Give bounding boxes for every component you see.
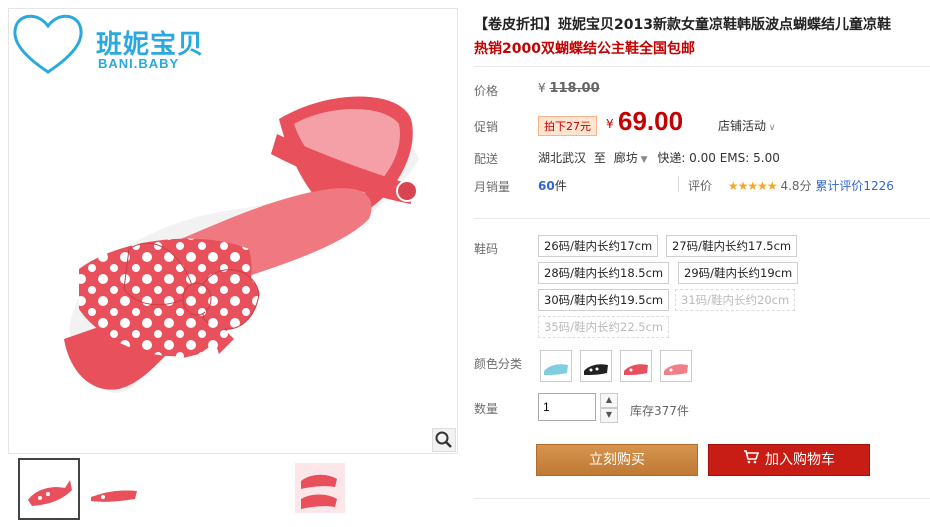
divider (474, 66, 930, 67)
thumbnail-strip (8, 458, 456, 527)
add-to-cart-label: 加入购物车 (765, 452, 835, 468)
heart-logo-icon (13, 14, 83, 74)
discount-badge: 拍下27元 (538, 116, 597, 136)
size-label: 鞋码 (474, 242, 499, 256)
divider (474, 218, 930, 219)
rating-stars-icon: ★★★★★ (727, 179, 778, 193)
thumbnail-3[interactable] (290, 458, 350, 518)
quantity-input[interactable] (538, 393, 596, 421)
destination-select[interactable]: 廊坊 ▼ (614, 151, 648, 165)
product-title: 【卷皮折扣】班妮宝贝2013新款女童凉鞋韩版波点蝴蝶结儿童凉鞋 (474, 17, 891, 33)
chevron-down-icon: ∨ (766, 123, 776, 133)
caret-down-icon: ▼ (637, 155, 648, 165)
size-option[interactable]: 26码/鞋内长约17cm (538, 235, 659, 257)
total-reviews-link[interactable]: 累计评价1226 (815, 179, 894, 193)
monthly-sales: 60件 (538, 179, 567, 193)
size-option-disabled: 35码/鞋内长约22.5cm (538, 316, 670, 338)
quantity-label: 数量 (474, 402, 499, 416)
brand-name-en: BANI.BABY (98, 56, 180, 71)
shipping-label: 配送 (474, 152, 499, 166)
cart-icon (743, 445, 760, 475)
color-swatch-black[interactable] (580, 350, 612, 382)
monthly-sales-label: 月销量 (474, 180, 511, 194)
size-option[interactable]: 27码/鞋内长约17.5cm (666, 235, 798, 257)
thumbnail-2[interactable] (84, 458, 144, 518)
brand-logo: 班妮宝贝 BANI.BABY (8, 8, 208, 78)
promo-label: 促销 (474, 120, 499, 134)
color-label: 颜色分类 (474, 357, 523, 371)
divider (678, 176, 679, 192)
color-swatch-red[interactable] (620, 350, 652, 382)
size-option[interactable]: 29码/鞋内长约19cm (678, 262, 799, 284)
add-to-cart-button[interactable]: 加入购物车 (708, 444, 870, 476)
size-option[interactable]: 28码/鞋内长约18.5cm (538, 262, 670, 284)
size-option-disabled: 31码/鞋内长约20cm (675, 289, 796, 311)
currency-symbol: ¥ (606, 117, 614, 131)
ship-from: 湖北武汉 (538, 151, 587, 165)
shipping-info: 湖北武汉 至 廊坊 ▼ 快递: 0.00 EMS: 5.00 (538, 149, 780, 166)
quantity-increase-button[interactable]: ▲ (600, 393, 618, 408)
product-info-panel: 【卷皮折扣】班妮宝贝2013新款女童凉鞋韩版波点蝴蝶结儿童凉鞋 热销2000双蝴… (466, 0, 930, 527)
buy-now-button[interactable]: 立刻购买 (536, 444, 698, 476)
ship-to-word: 至 (593, 151, 606, 165)
thumbnail-1[interactable] (18, 458, 80, 520)
current-price: 69.00 (618, 106, 684, 136)
original-price: ¥ 118.00 (538, 81, 600, 96)
price-label: 价格 (474, 84, 499, 98)
review-summary: 评价 ★★★★★ 4.8分 累计评价1226 (688, 179, 894, 193)
stock-count: 库存377件 (630, 404, 689, 418)
size-option[interactable]: 30码/鞋内长约19.5cm (538, 289, 670, 311)
color-swatch-blue[interactable] (540, 350, 572, 382)
zoom-icon[interactable] (432, 428, 456, 452)
color-swatch-pink[interactable] (660, 350, 692, 382)
quantity-decrease-button[interactable]: ▼ (600, 408, 618, 423)
product-subtitle: 热销2000双蝴蝶结公主鞋全国包邮 (474, 41, 695, 57)
divider (474, 498, 930, 499)
store-activity-dropdown[interactable]: 店铺活动 ∨ (718, 117, 775, 134)
express-fee: 快递: 0.00 EMS: 5.00 (657, 151, 780, 165)
product-gallery: 班妮宝贝 BANI.BABY (0, 0, 458, 527)
